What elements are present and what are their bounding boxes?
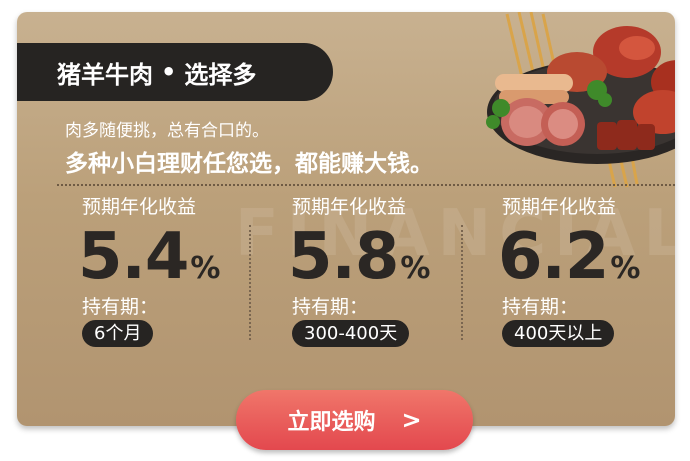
rate-unit: % bbox=[610, 251, 641, 286]
chevron-right-icon: > bbox=[401, 406, 422, 434]
promo-card: FINANCIAL 猪羊牛肉 • 选择多 肉多随便挑，总有合口的。 多种小白理财… bbox=[17, 12, 675, 426]
section-divider bbox=[57, 184, 675, 186]
rate-value: 6.2 bbox=[498, 220, 609, 294]
intro-line-2: 多种小白理财任您选，都能赚大钱。 bbox=[65, 151, 433, 177]
term-badge: 400天以上 bbox=[502, 320, 615, 347]
yield-rate: 6.2% bbox=[498, 220, 640, 294]
buy-now-button[interactable]: 立即选购 > bbox=[236, 390, 473, 450]
rate-unit: % bbox=[400, 251, 431, 286]
column-divider bbox=[249, 225, 251, 340]
yield-label: 预期年化收益 bbox=[82, 196, 197, 218]
yield-label: 预期年化收益 bbox=[502, 196, 617, 218]
term-badge: 6个月 bbox=[82, 320, 154, 347]
hold-period-label: 持有期： bbox=[292, 296, 369, 318]
title-left: 猪羊牛肉 bbox=[57, 60, 153, 89]
term-badge: 300-400天 bbox=[292, 320, 410, 347]
title-right: 选择多 bbox=[184, 60, 257, 89]
hold-period-label: 持有期： bbox=[502, 296, 579, 318]
hold-period-label: 持有期： bbox=[82, 296, 159, 318]
rate-unit: % bbox=[190, 251, 221, 286]
yield-rate: 5.8% bbox=[288, 220, 430, 294]
buy-now-label: 立即选购 bbox=[287, 410, 376, 435]
rate-value: 5.8 bbox=[288, 220, 399, 294]
intro-line-1: 肉多随便挑，总有合口的。 bbox=[65, 121, 269, 141]
title-banner: 猪羊牛肉 • 选择多 bbox=[17, 43, 333, 101]
meat-platter-icon bbox=[486, 12, 675, 188]
yield-rate: 5.4% bbox=[78, 220, 220, 294]
yield-label: 预期年化收益 bbox=[292, 196, 407, 218]
rate-value: 5.4 bbox=[78, 220, 189, 294]
column-divider bbox=[461, 225, 463, 340]
title-separator: • bbox=[161, 58, 177, 86]
